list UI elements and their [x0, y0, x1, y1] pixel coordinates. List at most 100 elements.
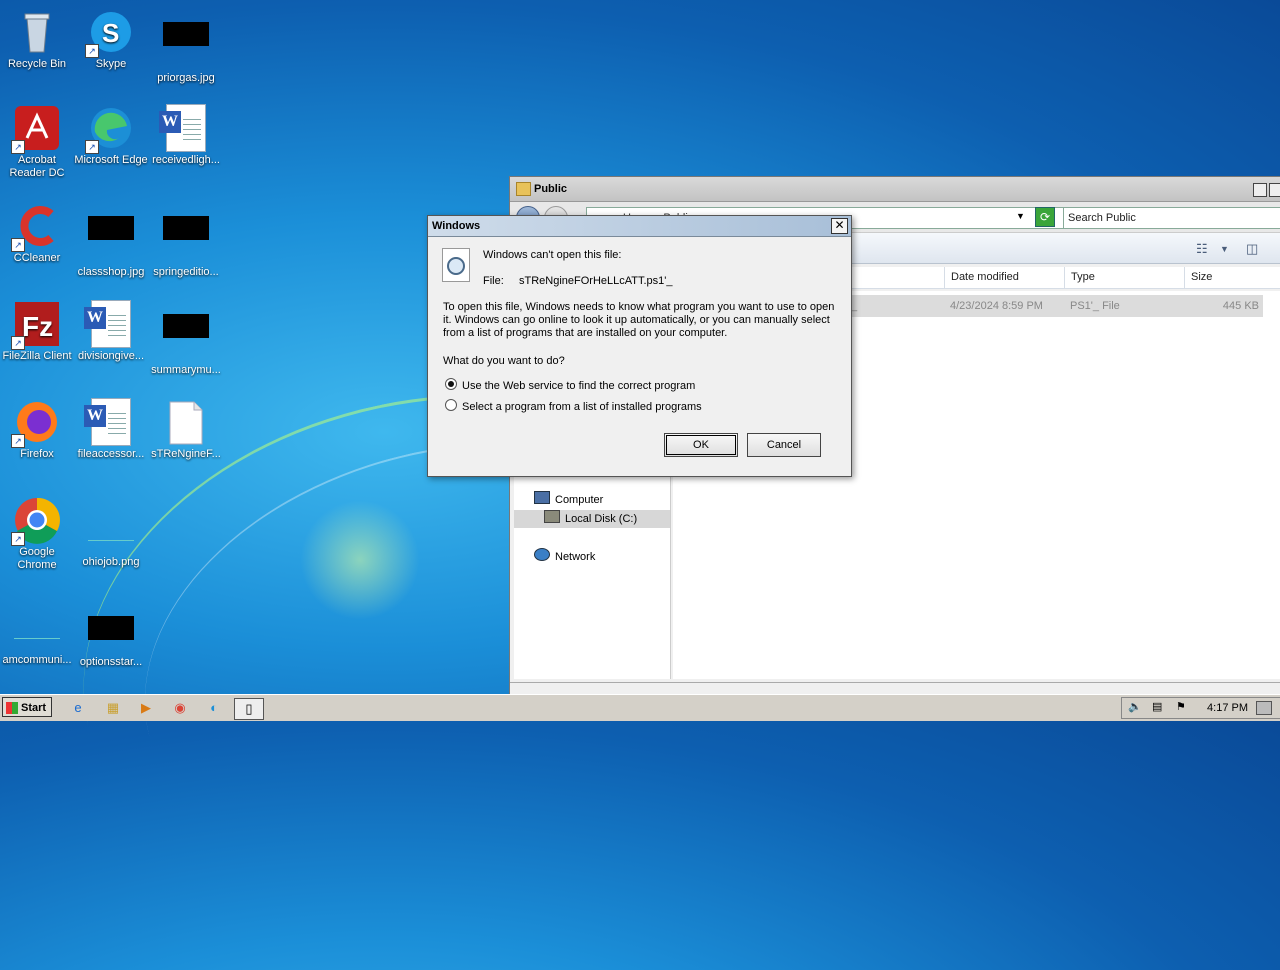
desktop-icon-ccleaner[interactable]: ↗ CCleaner: [0, 202, 74, 265]
desktop-icon-firefox[interactable]: ↗ Firefox: [0, 398, 74, 461]
volume-icon[interactable]: 🔈: [1128, 700, 1142, 713]
desktop-icon-amcommuni[interactable]: amcommuni...: [0, 606, 74, 667]
desktop-icon-ohiojob[interactable]: ohiojob.png: [74, 508, 148, 569]
search-file-icon: [442, 248, 470, 282]
ie-icon[interactable]: e: [68, 698, 88, 718]
desktop-icon-label: summarymu...: [151, 364, 221, 376]
chevron-down-icon[interactable]: ▼: [1016, 211, 1025, 221]
desktop-icon-skype[interactable]: S ↗ Skype: [74, 8, 148, 71]
taskbar: Start e ▦ ▶ ◉ ◐ ▯ 🔈 ▤ ⚑ 4:17 PM: [0, 694, 1280, 721]
recycle-bin-icon: [13, 8, 61, 56]
network-icon: [534, 548, 550, 561]
firefox-icon: ↗: [11, 398, 61, 448]
shortcut-arrow-icon: ↗: [11, 140, 25, 154]
clock[interactable]: 4:17 PM: [1207, 698, 1248, 718]
explorer-title-bar[interactable]: Public: [510, 177, 1280, 202]
minimize-button[interactable]: [1253, 183, 1267, 197]
desktop-icon-label: classshop.jpg: [77, 266, 145, 278]
nav-label: Computer: [555, 494, 604, 506]
option-installed-list[interactable]: Select a program from a list of installe…: [445, 399, 702, 413]
desktop-icon-strengine[interactable]: sTReNgineF...: [149, 398, 223, 461]
nav-item-local-disk[interactable]: Local Disk (C:): [514, 510, 670, 528]
close-button[interactable]: ✕: [831, 218, 848, 234]
svg-text:S: S: [102, 18, 119, 48]
folder-icon: [516, 182, 531, 196]
ok-button[interactable]: OK: [664, 433, 738, 457]
desktop-icon-label: sTReNgineF...: [151, 448, 221, 460]
desktop-icon-recycle-bin[interactable]: Recycle Bin: [0, 8, 74, 71]
desktop-icon-label: Microsoft Edge: [74, 154, 148, 166]
maximize-button[interactable]: [1269, 183, 1280, 197]
preview-pane-icon[interactable]: ◫: [1246, 241, 1258, 257]
network-tray-icon[interactable]: ▤: [1152, 700, 1162, 713]
file-type: PS1'_ File: [1070, 300, 1120, 312]
desktop-icon-label: ohiojob.png: [82, 556, 140, 568]
word-document-icon: W: [159, 104, 210, 152]
chevron-down-icon[interactable]: ▼: [1220, 244, 1229, 254]
open-file-taskbar-icon[interactable]: ▯: [234, 698, 264, 720]
shortcut-arrow-icon: ↗: [85, 44, 99, 58]
shortcut-arrow-icon: ↗: [11, 336, 25, 350]
radio-installed-list[interactable]: [445, 399, 457, 411]
nav-item-computer[interactable]: Computer: [534, 491, 603, 509]
option-web-service[interactable]: Use the Web service to find the correct …: [445, 378, 695, 392]
nav-item-network[interactable]: Network: [534, 548, 595, 566]
desktop-icon-chrome[interactable]: ↗ Google Chrome: [0, 496, 74, 572]
blank-file-icon: [162, 398, 210, 446]
column-type[interactable]: Type: [1064, 267, 1184, 288]
start-label: Start: [21, 702, 47, 714]
word-document-icon: W: [84, 398, 135, 446]
desktop-icon-divisiongive[interactable]: W divisiongive...: [74, 300, 148, 363]
show-desktop-icon[interactable]: [1256, 701, 1272, 715]
image-thumbnail-icon: [162, 22, 210, 70]
column-size[interactable]: Size: [1184, 267, 1264, 288]
search-input[interactable]: Search Public: [1063, 207, 1280, 229]
desktop-icon-filezilla[interactable]: Fz ↗ FileZilla Client: [0, 300, 74, 363]
chrome-icon: ↗: [11, 496, 61, 546]
start-button[interactable]: Start: [2, 697, 52, 717]
view-options-icon[interactable]: ☷: [1196, 241, 1208, 257]
desktop-icon-priorgas[interactable]: priorgas.jpg: [149, 8, 223, 85]
desktop-icon-receivedligh[interactable]: W receivedligh...: [149, 104, 223, 167]
desktop-icon-label: priorgas.jpg: [157, 72, 215, 84]
desktop-icon-label: springeditio...: [153, 266, 219, 278]
acrobat-icon: ↗: [11, 104, 61, 154]
open-with-dialog: Windows ✕ Windows can't open this file: …: [427, 215, 852, 477]
action-center-icon[interactable]: ⚑: [1176, 700, 1186, 713]
media-player-icon[interactable]: ▶: [136, 698, 156, 718]
file-date: 4/23/2024 8:59 PM: [950, 300, 1043, 312]
desktop-icon-label: amcommuni...: [2, 654, 72, 666]
edge-taskbar-icon[interactable]: ◐: [204, 698, 224, 718]
desktop-icon-label: Acrobat Reader DC: [9, 154, 65, 179]
desktop-icon-optionsstar[interactable]: optionsstar...: [74, 602, 148, 669]
image-thumbnail-icon: [87, 616, 135, 654]
explorer-folder-icon[interactable]: ▦: [103, 698, 123, 718]
column-date-modified[interactable]: Date modified: [944, 267, 1064, 288]
blank-thumbnail-icon: [13, 618, 61, 652]
dialog-file-name: sTReNgineFOrHeLLcATT.ps1'_: [519, 275, 673, 287]
desktop-icon-label: Google Chrome: [17, 546, 57, 571]
desktop-icon-classshop[interactable]: classshop.jpg: [74, 202, 148, 279]
svg-text:Fz: Fz: [22, 311, 53, 342]
ccleaner-icon: ↗: [11, 202, 61, 252]
dialog-title-bar[interactable]: Windows ✕: [428, 216, 851, 237]
desktop-icon-springeditio[interactable]: springeditio...: [149, 202, 223, 279]
explorer-title: Public: [534, 183, 568, 195]
desktop-icon-edge[interactable]: ↗ Microsoft Edge: [74, 104, 148, 167]
desktop-icon-label: Skype: [95, 58, 127, 70]
cancel-button[interactable]: Cancel: [747, 433, 821, 457]
desktop-icon-label: optionsstar...: [79, 656, 143, 668]
desktop-icon-summarymu[interactable]: summarymu...: [149, 300, 223, 377]
dialog-heading: Windows can't open this file:: [483, 249, 622, 261]
chrome-taskbar-icon[interactable]: ◉: [170, 698, 190, 718]
desktop-icon-label: receivedligh...: [152, 154, 220, 166]
skype-icon: S ↗: [85, 8, 135, 58]
desktop-icon-fileaccessor[interactable]: W fileaccessor...: [74, 398, 148, 461]
anyrun-watermark: ANY▷RUN: [1036, 607, 1280, 659]
radio-web-service[interactable]: [445, 378, 457, 390]
windows-logo-icon: [6, 702, 18, 714]
refresh-icon[interactable]: ⟳: [1035, 207, 1055, 227]
desktop-icon-label: Recycle Bin: [7, 58, 67, 70]
desktop-icon-acrobat[interactable]: ↗ Acrobat Reader DC: [0, 104, 74, 180]
word-document-icon: W: [84, 300, 135, 348]
